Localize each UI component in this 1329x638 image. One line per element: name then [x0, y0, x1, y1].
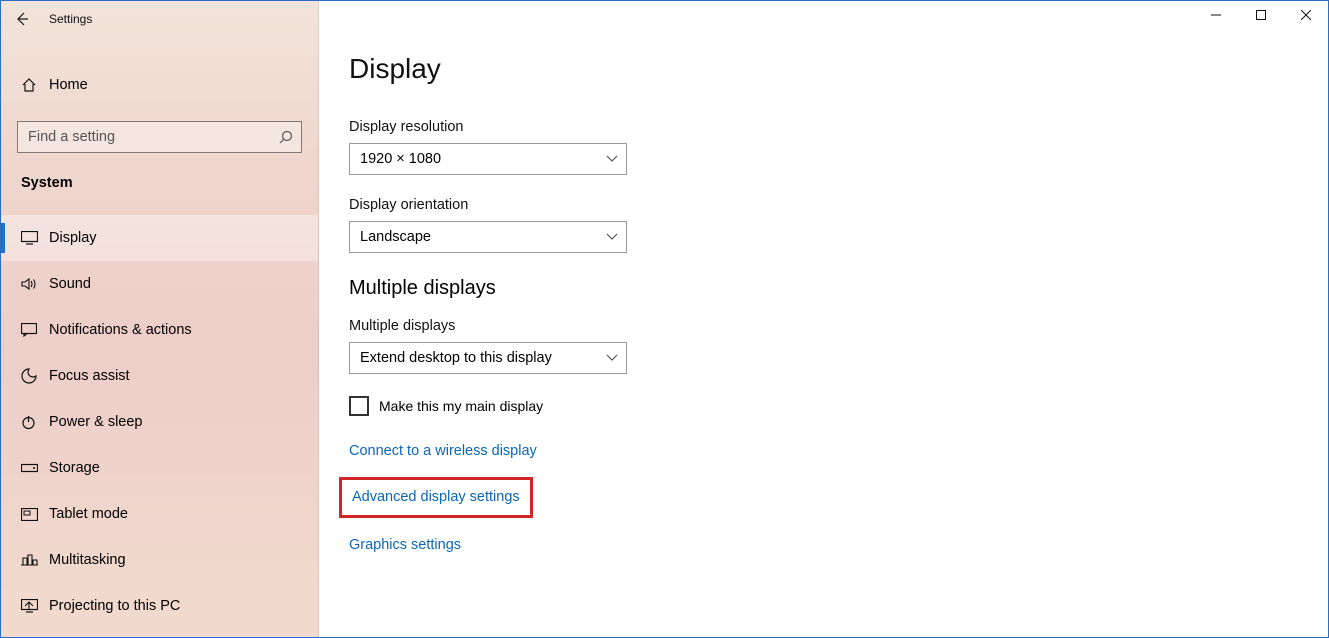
power-icon [21, 415, 49, 430]
sidebar-section-system: System [1, 153, 318, 201]
focus-assist-icon [21, 368, 49, 384]
sidebar-item-notifications[interactable]: Notifications & actions [1, 307, 318, 353]
search-icon [279, 130, 293, 144]
orientation-value: Landscape [360, 229, 606, 245]
sidebar-item-tablet-mode[interactable]: Tablet mode [1, 491, 318, 537]
chevron-down-icon [606, 155, 618, 163]
window-title: Settings [43, 1, 92, 37]
sidebar-nav: Display Sound Notifications & actions Fo… [1, 215, 318, 629]
home-button[interactable]: Home [1, 63, 318, 107]
sidebar-item-label: Multitasking [49, 552, 126, 568]
resolution-value: 1920 × 1080 [360, 151, 606, 167]
multiple-displays-heading: Multiple displays [349, 277, 1328, 300]
sidebar-item-multitasking[interactable]: Multitasking [1, 537, 318, 583]
orientation-dropdown[interactable]: Landscape [349, 221, 627, 253]
settings-window: Settings Home System [0, 0, 1329, 638]
resolution-label: Display resolution [349, 119, 1328, 135]
home-icon [21, 77, 49, 93]
page-title: Display [349, 53, 1328, 85]
sidebar-item-projecting[interactable]: Projecting to this PC [1, 583, 318, 629]
chevron-down-icon [606, 233, 618, 241]
back-button[interactable] [1, 1, 43, 37]
chevron-down-icon [606, 354, 618, 362]
advanced-settings-highlight: Advanced display settings [339, 477, 533, 518]
display-icon [21, 231, 49, 245]
resolution-dropdown[interactable]: 1920 × 1080 [349, 143, 627, 175]
sidebar-item-label: Notifications & actions [49, 322, 192, 338]
titlebar: Settings [1, 1, 1328, 37]
tablet-icon [21, 508, 49, 521]
multitasking-icon [21, 554, 49, 567]
window-controls [1193, 1, 1328, 29]
link-graphics-settings[interactable]: Graphics settings [349, 537, 461, 553]
titlebar-left: Settings [1, 1, 92, 37]
link-connect-wireless[interactable]: Connect to a wireless display [349, 443, 537, 459]
sidebar-item-storage[interactable]: Storage [1, 445, 318, 491]
sidebar-item-label: Sound [49, 276, 91, 292]
main-display-checkbox[interactable]: Make this my main display [349, 396, 1328, 416]
notifications-icon [21, 323, 49, 337]
sidebar-item-label: Projecting to this PC [49, 598, 180, 614]
sidebar-item-label: Display [49, 230, 97, 246]
sidebar-item-power-sleep[interactable]: Power & sleep [1, 399, 318, 445]
projecting-icon [21, 599, 49, 613]
sidebar: Home System Display Sound [1, 1, 319, 637]
sound-icon [21, 277, 49, 291]
storage-icon [21, 462, 49, 474]
maximize-button[interactable] [1238, 1, 1283, 29]
sidebar-item-label: Tablet mode [49, 506, 128, 522]
sidebar-item-display[interactable]: Display [1, 215, 318, 261]
sidebar-item-sound[interactable]: Sound [1, 261, 318, 307]
sidebar-item-label: Focus assist [49, 368, 130, 384]
link-advanced-display[interactable]: Advanced display settings [352, 489, 520, 505]
minimize-button[interactable] [1193, 1, 1238, 29]
sidebar-item-label: Power & sleep [49, 414, 143, 430]
multiple-displays-value: Extend desktop to this display [360, 350, 606, 366]
close-button[interactable] [1283, 1, 1328, 29]
checkbox-label: Make this my main display [379, 398, 543, 414]
main-content: Display Display resolution 1920 × 1080 D… [319, 1, 1328, 637]
checkbox-box [349, 396, 369, 416]
orientation-label: Display orientation [349, 197, 1328, 213]
search-input[interactable] [28, 129, 279, 145]
home-label: Home [49, 77, 88, 93]
search-box[interactable] [17, 121, 302, 153]
multiple-displays-dropdown[interactable]: Extend desktop to this display [349, 342, 627, 374]
sidebar-item-focus-assist[interactable]: Focus assist [1, 353, 318, 399]
multiple-displays-label: Multiple displays [349, 318, 1328, 334]
sidebar-item-label: Storage [49, 460, 100, 476]
